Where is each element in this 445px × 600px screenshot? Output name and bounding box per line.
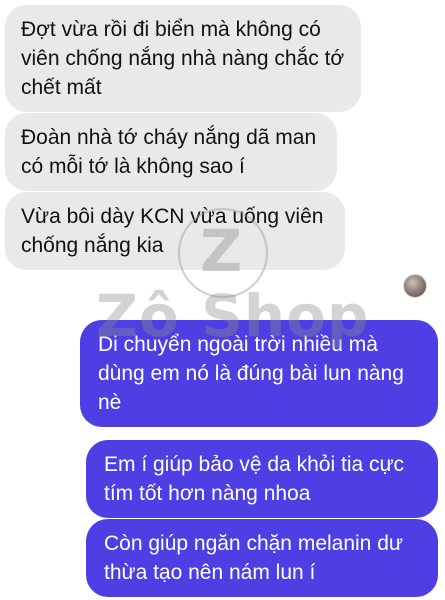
message-text: Di chuyển ngoài trời nhiều mà dùng em nó… (98, 333, 404, 414)
message-text: Còn giúp ngăn chặn melanin dư thừa tạo n… (104, 532, 403, 584)
message-text: Đoàn nhà tớ cháy nắng dã man có mỗi tớ l… (21, 126, 317, 178)
message-text: Vừa bôi dày KCN vừa uống viên chống nắng… (21, 205, 324, 257)
outgoing-message-2[interactable]: Em í giúp bảo vệ da khỏi tia cực tím tốt… (86, 440, 438, 518)
outgoing-message-1[interactable]: Di chuyển ngoài trời nhiều mà dùng em nó… (80, 320, 438, 427)
incoming-message-1[interactable]: Đợt vừa rồi đi biển mà không có viên chố… (5, 5, 361, 112)
contact-avatar-icon[interactable] (403, 274, 427, 298)
message-text: Em í giúp bảo vệ da khỏi tia cực tím tốt… (104, 453, 405, 505)
message-text: Đợt vừa rồi đi biển mà không có viên chố… (21, 18, 345, 99)
incoming-message-2[interactable]: Đoàn nhà tớ cháy nắng dã man có mỗi tớ l… (5, 113, 337, 191)
incoming-message-3[interactable]: Vừa bôi dày KCN vừa uống viên chống nắng… (5, 192, 345, 270)
outgoing-message-3[interactable]: Còn giúp ngăn chặn melanin dư thừa tạo n… (86, 519, 438, 597)
